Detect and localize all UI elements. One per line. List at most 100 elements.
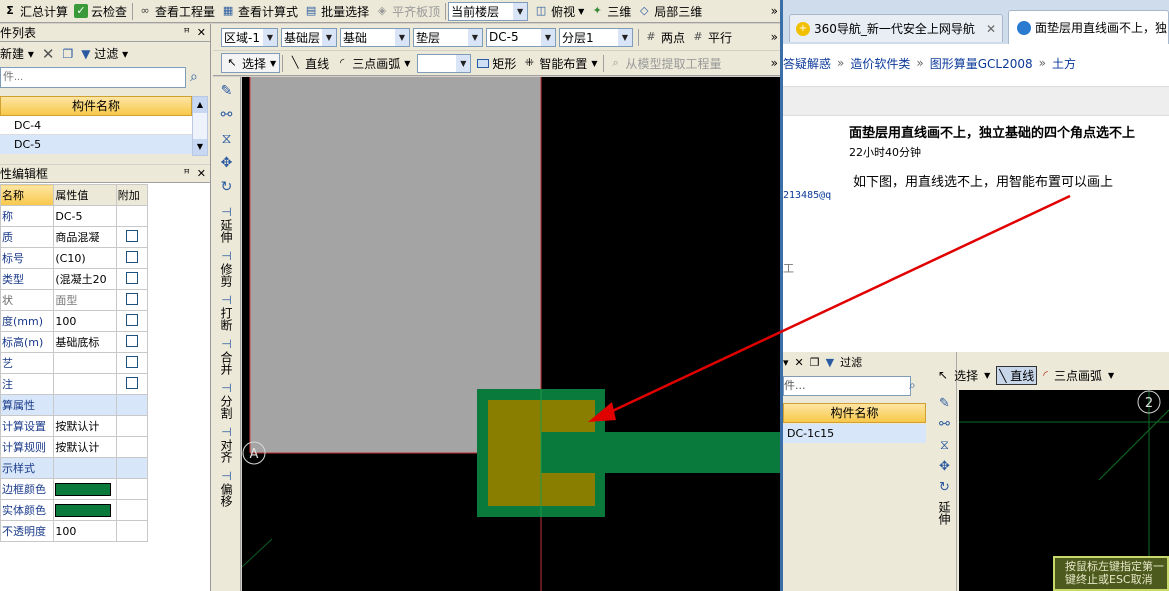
user-id[interactable]: 213485@q — [783, 190, 831, 201]
current-floor-select[interactable]: 当前楼层 ▼ — [448, 1, 529, 21]
drawing-canvas[interactable]: A — [242, 77, 783, 591]
checkbox[interactable] — [125, 292, 138, 305]
scroll-down-icon[interactable]: ▼ — [193, 139, 207, 155]
color-swatch[interactable] — [55, 503, 112, 517]
vertical-tool-4[interactable]: ⊣ 分割 — [218, 381, 235, 419]
property-row[interactable]: 度(mm) 100 — [0, 310, 149, 332]
tab-question[interactable]: 面垫层用直线画不上，独 — [1008, 10, 1169, 44]
property-value[interactable] — [53, 457, 117, 479]
property-row[interactable]: 注 — [0, 373, 149, 395]
pick-icon[interactable]: ✎ — [221, 83, 233, 99]
property-row[interactable]: 类型 (混凝土20 — [0, 268, 149, 290]
sublayer-select[interactable]: 分层1 ▼ — [559, 27, 633, 47]
component-search-input[interactable] — [0, 66, 186, 88]
view-3d-button[interactable]: ✦ 三维 — [587, 1, 634, 22]
summary-calc-button[interactable]: Σ 汇总计算 — [0, 1, 71, 22]
toolbar-overflow-button[interactable]: » — [768, 53, 781, 74]
rect-button[interactable]: 矩形 — [474, 53, 519, 74]
checkbox[interactable] — [125, 355, 138, 368]
component-select[interactable]: DC-5 ▼ — [486, 27, 556, 47]
region-select[interactable]: 区域-1 ▼ — [221, 27, 278, 47]
copy-icon[interactable]: ⚯ — [221, 107, 233, 123]
view-quantity-button[interactable]: ∞ 查看工程量 — [135, 1, 218, 22]
vertical-tool-5[interactable]: ⊣ 对齐 — [218, 425, 235, 463]
vertical-tool-2[interactable]: ⊣ 打断 — [218, 293, 235, 331]
toolbar-overflow-button[interactable]: » — [768, 1, 781, 22]
property-row[interactable]: 质商品混凝 — [0, 226, 149, 248]
batch-select-button[interactable]: ▤ 批量选择 — [301, 1, 372, 22]
breadcrumb-link[interactable]: 土方 — [1052, 55, 1076, 72]
copy-icon[interactable]: ❐ — [62, 47, 73, 61]
property-value[interactable] — [53, 478, 117, 500]
select-button[interactable]: ↖ 选择 ▼ — [221, 53, 281, 73]
property-value[interactable] — [53, 499, 117, 521]
floor-layer-select[interactable]: 基础层 ▼ — [281, 27, 337, 47]
mirror-icon[interactable]: ⧖ — [222, 131, 232, 147]
toolbar-overflow-button[interactable]: » — [768, 27, 781, 48]
new-button[interactable]: 新建 ▾ — [0, 45, 34, 62]
flat-slab-button[interactable]: ◈ 平齐板顶 — [372, 1, 443, 22]
property-row[interactable]: 不透明度 100 — [0, 520, 149, 542]
vertical-tool-6[interactable]: ⊣ 偏移 — [218, 469, 235, 507]
category-select[interactable]: 基础 ▼ — [340, 27, 410, 47]
checkbox[interactable] — [125, 334, 138, 347]
property-row[interactable]: 标号 (C10) — [0, 247, 149, 269]
property-value[interactable]: 面型 — [53, 289, 117, 311]
arc-button[interactable]: ◜ 三点画弧 ▼ — [332, 53, 413, 74]
checkbox[interactable] — [125, 376, 138, 389]
property-value[interactable]: 100 — [53, 520, 117, 542]
property-value[interactable] — [53, 373, 117, 395]
scroll-up-icon[interactable]: ▲ — [193, 97, 207, 113]
delete-icon[interactable]: ✕ — [42, 45, 55, 63]
property-row[interactable]: 称 DC-5 — [0, 205, 149, 227]
move-icon[interactable]: ✥ — [221, 155, 233, 171]
parallel-button[interactable]: # 平行 — [688, 27, 735, 48]
property-value[interactable]: 100 — [53, 310, 117, 332]
local-3d-button[interactable]: ◇ 局部三维 — [634, 1, 705, 22]
close-icon[interactable]: ✕ — [986, 22, 996, 36]
subtype-select[interactable]: 垫层 ▼ — [413, 27, 483, 47]
list-item[interactable]: DC-4 — [0, 116, 192, 135]
property-value[interactable]: 商品混凝 — [53, 226, 117, 248]
panel-pin-close[interactable]: ꟸ ✕ — [183, 26, 206, 39]
checkbox[interactable] — [125, 271, 138, 284]
property-value[interactable] — [53, 394, 117, 416]
color-swatch[interactable] — [55, 482, 112, 496]
list-item-selected[interactable]: DC-5 — [0, 135, 192, 154]
property-row[interactable]: 计算设置 按默认计 — [0, 415, 149, 437]
property-value[interactable]: 按默认计 — [53, 436, 117, 458]
checkbox[interactable] — [125, 313, 138, 326]
property-value[interactable]: (C10) — [53, 247, 117, 269]
property-value[interactable]: 基础底标 — [53, 331, 117, 353]
property-value[interactable] — [53, 352, 117, 374]
property-row[interactable]: 状面型 — [0, 289, 149, 311]
rotate-icon[interactable]: ↻ — [221, 179, 233, 195]
vertical-tool-0[interactable]: ⊣ 延伸 — [218, 205, 235, 243]
checkbox[interactable] — [125, 250, 138, 263]
property-value[interactable]: 按默认计 — [53, 415, 117, 437]
property-row[interactable]: 标高(m) 基础底标 — [0, 331, 149, 353]
view-formula-button[interactable]: ▦ 查看计算式 — [218, 1, 301, 22]
property-row[interactable]: 算属性 — [0, 394, 149, 416]
extract-quantity-button[interactable]: ⌕ 从模型提取工程量 — [606, 53, 725, 74]
smart-place-button[interactable]: ⁜ 智能布置 ▼ — [519, 53, 600, 74]
property-value[interactable]: DC-5 — [53, 205, 117, 227]
two-point-button[interactable]: # 两点 — [641, 27, 688, 48]
search-icon[interactable]: ⌕ — [190, 69, 198, 85]
scrollbar[interactable]: ▲ ▼ — [192, 96, 208, 156]
property-row[interactable]: 边框颜色 — [0, 478, 149, 500]
arc-mode-select[interactable]: ▼ — [417, 53, 472, 73]
property-row[interactable]: 示样式 — [0, 457, 149, 479]
property-row[interactable]: 计算规则 按默认计 — [0, 436, 149, 458]
cloud-check-button[interactable]: ✓ 云检查 — [71, 1, 130, 22]
breadcrumb-link[interactable]: 答疑解惑 — [783, 55, 831, 72]
checkbox[interactable] — [125, 229, 138, 242]
tab-360-nav[interactable]: + 360导航_新一代安全上网导航 ✕ — [789, 14, 1003, 42]
breadcrumb-link[interactable]: 造价软件类 — [850, 55, 910, 72]
vertical-tool-1[interactable]: ⊣ 修剪 — [218, 249, 235, 287]
line-button[interactable]: ╲ 直线 — [285, 53, 332, 74]
breadcrumb-link[interactable]: 图形算量GCL2008 — [930, 55, 1033, 72]
property-value[interactable]: (混凝土20 — [53, 268, 117, 290]
filter-button[interactable]: ▼ 过滤 ▾ — [81, 45, 128, 62]
panel-pin-close[interactable]: ꟸ ✕ — [183, 167, 206, 180]
